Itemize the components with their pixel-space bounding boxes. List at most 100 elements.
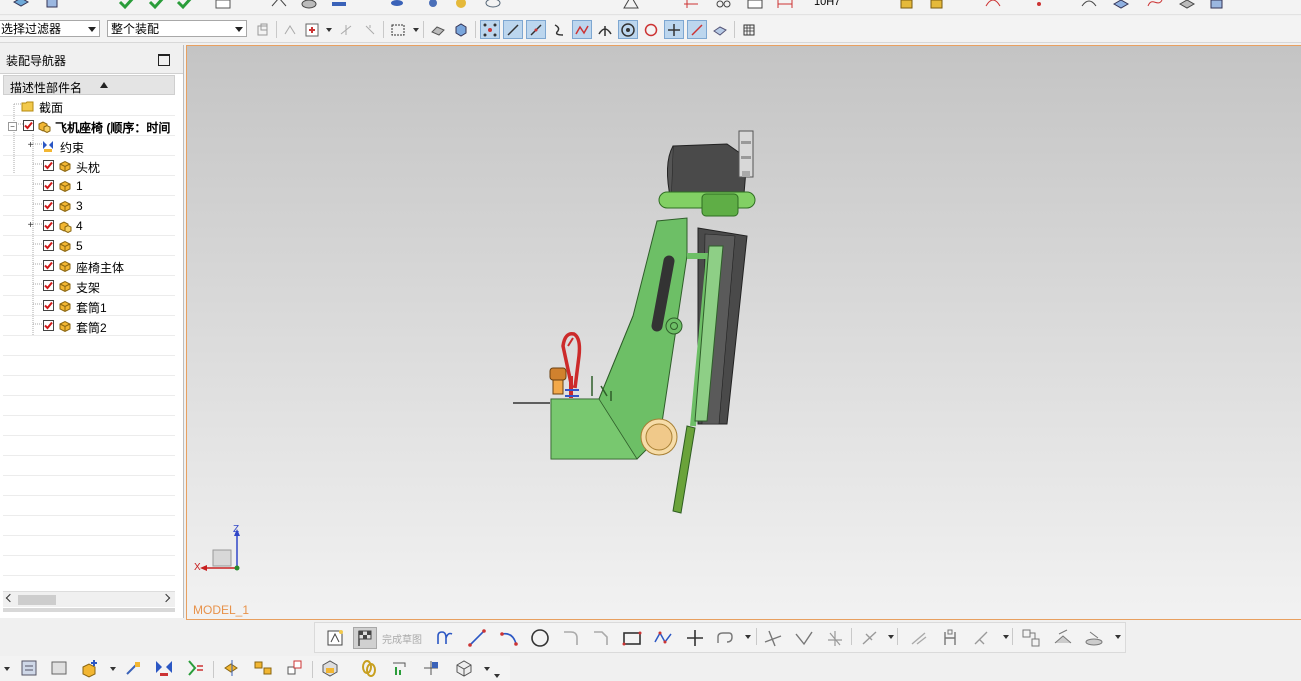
tree-item-headrest[interactable]: 头枕	[3, 156, 175, 176]
auto-constrain-button[interactable]	[970, 627, 994, 649]
check-icon[interactable]	[148, 0, 166, 10]
tree-item-section[interactable]: 截面	[3, 96, 175, 116]
snap-filter-button[interactable]	[336, 20, 356, 39]
offset-curve-button[interactable]	[713, 627, 737, 649]
part-icon[interactable]	[898, 0, 916, 10]
quick-trim-button[interactable]	[761, 627, 785, 649]
maximize-icon[interactable]	[158, 54, 170, 66]
fillet-tool-button[interactable]	[559, 627, 583, 649]
snap-intersection-button[interactable]	[595, 20, 615, 39]
point-tool-button[interactable]	[683, 627, 707, 649]
text-icon[interactable]	[214, 0, 232, 10]
overflow-chevron-icon[interactable]	[494, 674, 500, 678]
snap-point-button[interactable]	[664, 20, 684, 39]
database-icon[interactable]	[388, 0, 406, 10]
clearance-analysis-button[interactable]	[419, 657, 443, 679]
chevron-down-icon[interactable]	[484, 667, 490, 671]
checkbox-checked-icon[interactable]	[43, 280, 54, 291]
checkbox-checked-icon[interactable]	[43, 300, 54, 311]
alternate-solution-button[interactable]	[1082, 627, 1106, 649]
checkbox-checked-icon[interactable]	[43, 260, 54, 271]
chevron-down-icon[interactable]	[888, 635, 894, 639]
show-hide-button[interactable]	[280, 20, 300, 39]
dimension-icon[interactable]	[682, 0, 700, 10]
snap-center-button[interactable]	[618, 20, 638, 39]
assembly-sequence-button[interactable]	[388, 657, 412, 679]
select-components-button[interactable]	[253, 20, 273, 39]
polygon-tool-button[interactable]	[651, 627, 675, 649]
sketch-icon[interactable]	[270, 0, 288, 10]
dimension-button[interactable]	[858, 627, 882, 649]
chevron-down-icon[interactable]	[326, 28, 332, 32]
navigator-resize-bar[interactable]	[3, 608, 175, 612]
snap-curve-button[interactable]	[549, 20, 569, 39]
snap-control-point-button[interactable]	[572, 20, 592, 39]
plane-icon[interactable]	[1112, 0, 1130, 10]
component-properties-button[interactable]	[47, 657, 71, 679]
tree-item-part-1[interactable]: 1	[3, 176, 175, 196]
measure-icon[interactable]	[330, 0, 348, 10]
snap-midpoint-button[interactable]	[526, 20, 546, 39]
graphics-viewport[interactable]: Z X MODEL_1	[186, 45, 1301, 620]
grid-button[interactable]	[739, 20, 759, 39]
selection-filter-dropdown[interactable]: 选择过滤器	[0, 20, 100, 37]
assembly-navigator-button[interactable]	[17, 657, 41, 679]
finish-sketch-label[interactable]: 完成草图	[382, 631, 422, 646]
exploded-view-button[interactable]	[318, 657, 342, 679]
tree-item-sleeve-1[interactable]: 套筒1	[3, 296, 175, 316]
face-icon[interactable]	[1178, 0, 1196, 10]
move-component-button[interactable]	[121, 657, 145, 679]
curve-icon[interactable]	[984, 0, 1002, 10]
snap-line-button[interactable]	[503, 20, 523, 39]
sketch-animation-button[interactable]	[1051, 627, 1075, 649]
tree-item-constraints[interactable]: + 约束	[3, 136, 175, 156]
sketch-palette-button[interactable]	[323, 627, 347, 649]
line-tool-button[interactable]	[465, 627, 489, 649]
snap-face-button[interactable]	[710, 20, 730, 39]
table-icon[interactable]	[746, 0, 764, 10]
tree-item-bracket[interactable]: 支架	[3, 276, 175, 296]
tree-item-subassembly-4[interactable]: + 4	[3, 216, 175, 236]
component-array-button[interactable]	[251, 657, 275, 679]
part-icon[interactable]	[928, 0, 946, 10]
chevron-down-icon[interactable]	[1003, 635, 1009, 639]
sphere-icon[interactable]	[452, 0, 470, 10]
horizontal-scrollbar[interactable]	[3, 591, 175, 607]
quick-extend-button[interactable]	[792, 627, 816, 649]
checkbox-checked-icon[interactable]	[43, 160, 54, 171]
chamfer-tool-button[interactable]	[589, 627, 613, 649]
snap-endpoint-button[interactable]	[480, 20, 500, 39]
mirror-assembly-button[interactable]	[220, 657, 244, 679]
finish-sketch-flag-button[interactable]	[353, 627, 377, 649]
seat-model-drawing[interactable]	[187, 46, 1301, 620]
copy-icon[interactable]	[44, 0, 62, 10]
tree-item-sleeve-2[interactable]: 套筒2	[3, 316, 175, 336]
box-select-button[interactable]	[388, 20, 408, 39]
tree-item-root-assembly[interactable]: − 飞机座椅 (顺序：时间	[3, 116, 175, 136]
distance-icon[interactable]	[776, 0, 794, 10]
geometric-constraint-button[interactable]	[907, 627, 931, 649]
snap-quadrant-button[interactable]	[641, 20, 661, 39]
check-icon[interactable]	[176, 0, 194, 10]
checkbox-checked-icon[interactable]	[23, 120, 34, 131]
expand-icon[interactable]: +	[27, 221, 34, 231]
make-corner-button[interactable]	[823, 627, 847, 649]
checkbox-checked-icon[interactable]	[43, 180, 54, 191]
pick-filter-button[interactable]	[360, 20, 380, 39]
tree-item-part-3[interactable]: 3	[3, 196, 175, 216]
checkbox-checked-icon[interactable]	[43, 200, 54, 211]
column-header-part-name[interactable]: 描述性部件名	[3, 75, 175, 95]
expand-icon[interactable]: +	[27, 141, 34, 151]
tree-item-part-5[interactable]: 5	[3, 236, 175, 256]
arc-tool-button[interactable]	[497, 627, 521, 649]
scroll-left-icon[interactable]	[5, 593, 15, 603]
assembly-constraints-button[interactable]	[152, 657, 176, 679]
snap-on-curve-button[interactable]	[687, 20, 707, 39]
point-icon[interactable]	[1030, 0, 1048, 10]
show-degrees-of-freedom-button[interactable]	[183, 657, 207, 679]
triangle-icon[interactable]	[622, 0, 640, 10]
chevron-down-icon[interactable]	[1115, 635, 1121, 639]
assembly-scope-dropdown[interactable]: 整个装配	[107, 20, 247, 37]
surface-icon[interactable]	[300, 0, 318, 10]
add-selection-button[interactable]	[302, 20, 322, 39]
